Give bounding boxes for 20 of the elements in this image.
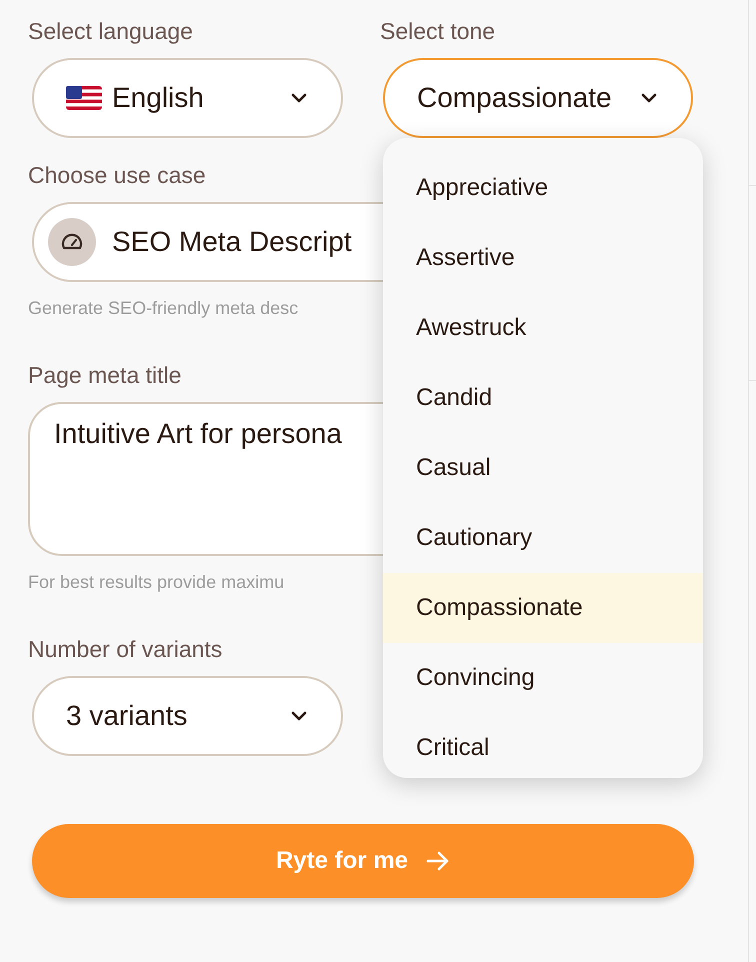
tone-select[interactable]: Compassionate [383, 58, 693, 138]
field-label: Page meta title [28, 361, 182, 390]
flag-icon [66, 86, 102, 110]
hint-text: For best results provide maximu [28, 571, 284, 594]
field-label: Select language [28, 17, 193, 46]
chevron-icon [291, 711, 307, 721]
dropdown-option[interactable]: Compassionate [383, 573, 703, 643]
gauge-icon [48, 218, 96, 266]
chevron-icon [291, 93, 307, 103]
dropdown-option[interactable]: Awestruck [383, 293, 703, 363]
arrow-right-icon [426, 851, 450, 871]
variants-select[interactable]: 3 variants [32, 676, 343, 756]
hint-text: Generate SEO-friendly meta desc [28, 297, 298, 320]
field-label: Select tone [380, 17, 496, 46]
dropdown-option[interactable]: Critical [383, 713, 703, 778]
language-select[interactable]: English [32, 58, 343, 138]
dropdown-option[interactable]: Convincing [383, 643, 703, 713]
field-label: Choose use case [28, 161, 206, 190]
chevron-icon [641, 93, 657, 103]
field-label: Number of variants [28, 635, 222, 664]
